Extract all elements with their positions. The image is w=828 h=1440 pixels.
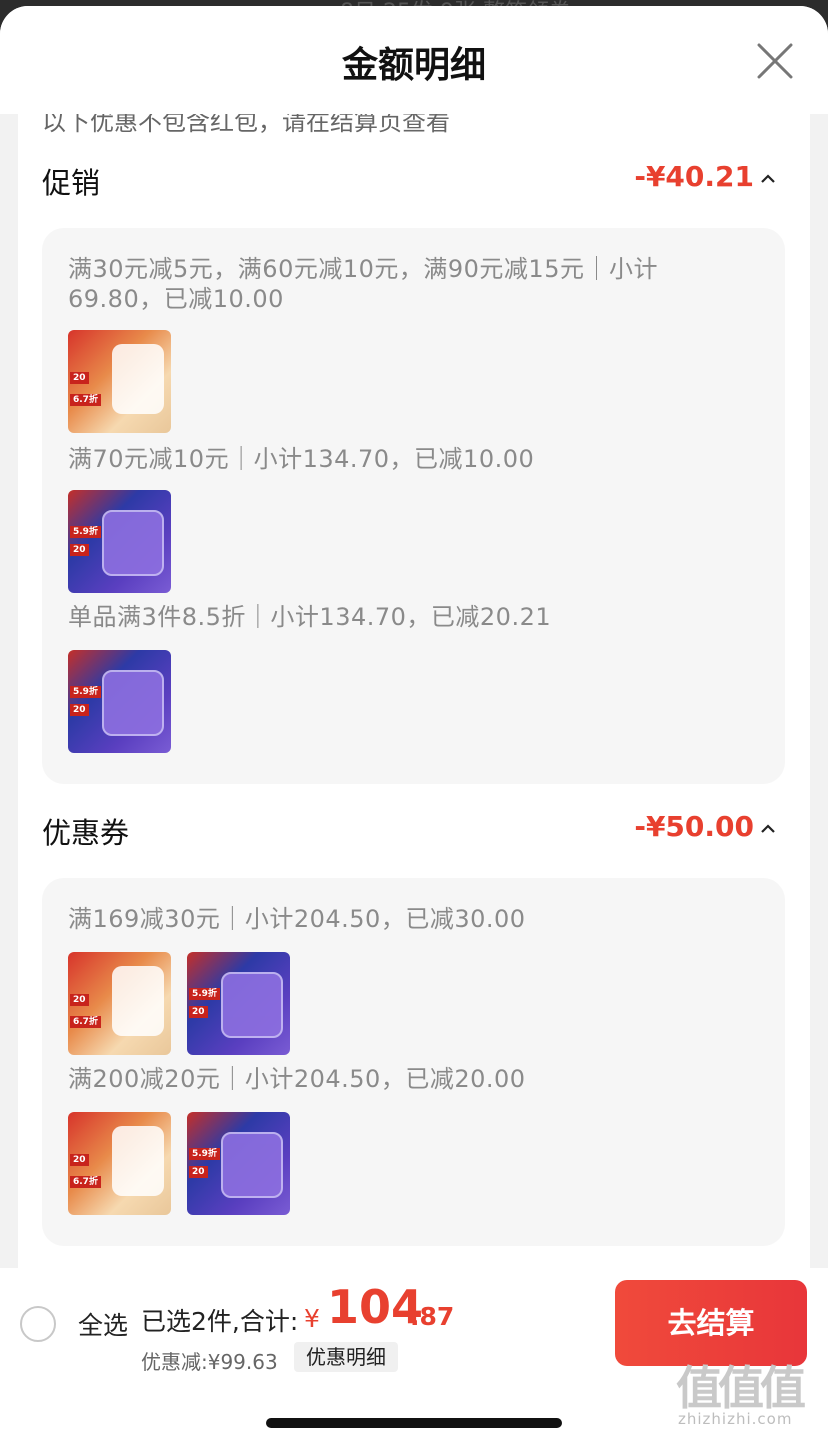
coupon-rule-1: 满169减30元｜小计204.50，已减30.00 [68, 905, 526, 933]
select-all-radio[interactable] [20, 1306, 56, 1342]
discount-amount: 优惠减:¥99.63 [141, 1350, 278, 1374]
price-currency: ¥ [304, 1304, 320, 1333]
coupon-amount: -¥50.00 [634, 810, 754, 843]
select-all-label[interactable]: 全选 [78, 1306, 128, 1342]
discount-detail-button[interactable]: 优惠明细 [294, 1342, 398, 1372]
coupon-rule-2: 满200减20元｜小计204.50，已减20.00 [68, 1065, 526, 1093]
watermark-url: zhizhizhi.com [678, 1410, 793, 1428]
watermark: 值值值 zhizhizhi.com [676, 1352, 826, 1436]
promotion-section-header[interactable]: 促销 -¥40.21 [18, 156, 810, 206]
detail-content: 以下优惠不包含红包，请在结算页查看 促销 -¥40.21 满30元减5元，满60… [18, 98, 810, 1298]
watermark-logo: 值值值 [676, 1361, 806, 1415]
home-indicator [266, 1418, 562, 1428]
promotion-rule-3: 单品满3件8.5折｜小计134.70，已减20.21 [68, 603, 552, 631]
amount-detail-sheet: 金额明细 以下优惠不包含红包，请在结算页查看 促销 -¥40.21 满30元减5… [0, 6, 828, 1440]
product-thumbnail[interactable]: 20 6.7折 [68, 952, 171, 1055]
promotion-rule-2: 满70元减10元｜小计134.70，已减10.00 [68, 445, 535, 473]
product-thumbnail[interactable]: 5.9折 20 [187, 952, 290, 1055]
sheet-title: 金额明细 [341, 45, 486, 86]
price-decimal: .87 [410, 1302, 455, 1331]
chevron-up-icon [761, 174, 775, 183]
close-button[interactable] [752, 38, 798, 84]
product-thumbnail[interactable]: 5.9折 20 [187, 1112, 290, 1215]
coupon-section-header[interactable]: 优惠券 -¥50.00 [18, 806, 810, 856]
promotion-title: 促销 [42, 166, 101, 200]
selected-count: 已选2件,合计: [141, 1307, 299, 1336]
price-integer: 104 [327, 1280, 424, 1334]
promotion-card: 满30元减5元，满60元减10元，满90元减15元｜小计69.80，已减10.0… [42, 228, 785, 784]
sheet-header: 金额明细 [0, 6, 828, 114]
product-thumbnail[interactable]: 20 6.7折 [68, 330, 171, 433]
promotion-rule-1: 满30元减5元，满60元减10元，满90元减15元｜小计69.80，已减10.0… [68, 255, 658, 313]
product-thumbnail[interactable]: 5.9折 20 [68, 650, 171, 753]
promotion-amount: -¥40.21 [634, 160, 754, 193]
coupon-card: 满169减30元｜小计204.50，已减30.00 20 6.7折 5.9折 2… [42, 878, 785, 1246]
chevron-up-icon [761, 824, 775, 833]
product-thumbnail[interactable]: 5.9折 20 [68, 490, 171, 593]
coupon-title: 优惠券 [42, 816, 130, 850]
product-thumbnail[interactable]: 20 6.7折 [68, 1112, 171, 1215]
close-icon [757, 43, 793, 79]
